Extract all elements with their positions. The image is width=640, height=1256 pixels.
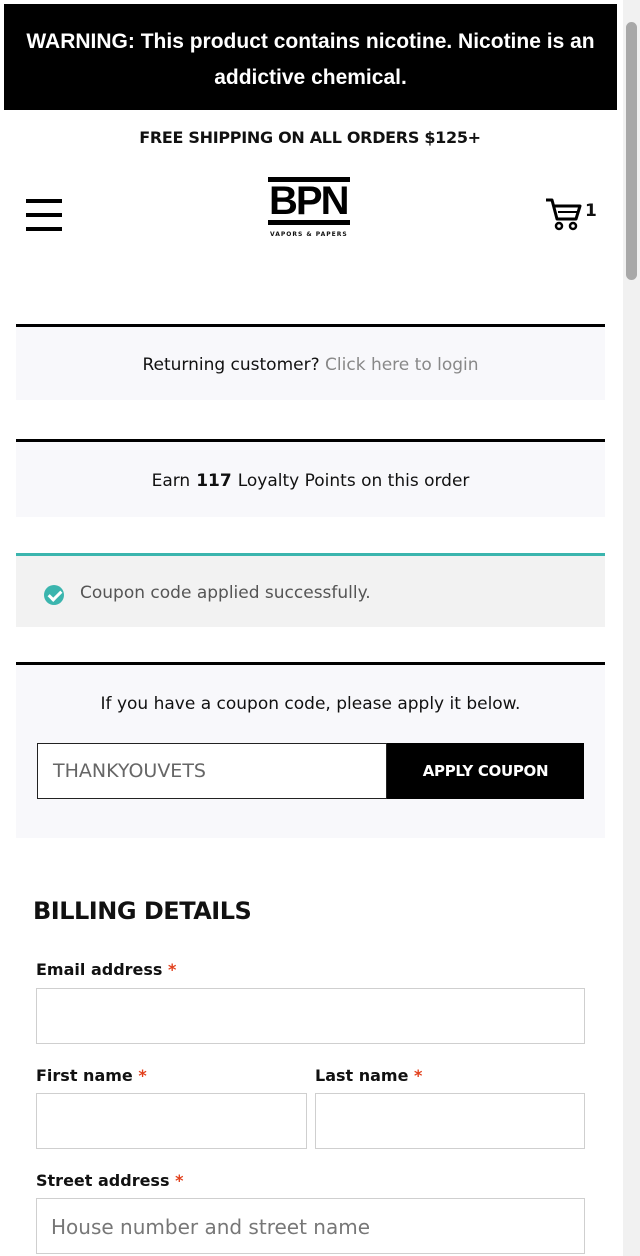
first-name-label: First name * [36, 1066, 147, 1085]
free-shipping-promo: FREE SHIPPING ON ALL ORDERS $125+ [139, 128, 481, 147]
street-address-placeholder: House number and street name [51, 1215, 371, 1239]
apply-coupon-button[interactable]: APPLY COUPON [387, 743, 584, 799]
last-name-field[interactable] [315, 1093, 585, 1149]
warning-line-2: addictive chemical. [214, 66, 407, 89]
menu-icon[interactable] [26, 199, 62, 231]
coupon-form: If you have a coupon code, please apply … [16, 662, 605, 838]
nicotine-warning-banner: WARNING: This product contains nicotine.… [4, 4, 617, 110]
cart-count: 1 [585, 201, 597, 221]
first-name-field[interactable] [36, 1093, 307, 1149]
login-prompt: Returning customer? [142, 355, 320, 375]
page-scrollbar[interactable] [623, 0, 640, 1256]
loyalty-points-notice: Earn 117 Loyalty Points on this order [16, 439, 605, 517]
street-address-field[interactable]: House number and street name [36, 1198, 585, 1254]
coupon-success-message: Coupon code applied successfully. [16, 553, 605, 627]
coupon-code-input[interactable]: THANKYOUVETS [37, 743, 387, 799]
warning-line-1: WARNING: This product contains nicotine.… [26, 30, 595, 53]
street-address-label: Street address * [36, 1171, 184, 1190]
brand-logo[interactable]: BPN VAPORS & PAPERS [268, 177, 352, 253]
logo-text: BPN [269, 179, 349, 223]
coupon-success-text: Coupon code applied successfully. [80, 583, 371, 603]
cart-button[interactable]: 1 [544, 197, 597, 233]
last-name-label: Last name * [315, 1066, 423, 1085]
loyalty-points-value: 117 [196, 471, 232, 491]
scrollbar-thumb[interactable] [626, 22, 637, 280]
logo-tagline: VAPORS & PAPERS [270, 231, 348, 238]
billing-details-heading: BILLING DETAILS [33, 897, 252, 925]
loyalty-prefix: Earn [151, 471, 191, 491]
email-field[interactable] [36, 988, 585, 1044]
check-circle-icon [44, 585, 64, 605]
cart-icon [546, 198, 582, 231]
coupon-intro: If you have a coupon code, please apply … [100, 694, 521, 714]
login-link[interactable]: Click here to login [325, 355, 479, 375]
loyalty-suffix: Loyalty Points on this order [237, 471, 470, 491]
email-label: Email address * [36, 960, 177, 979]
returning-customer-notice: Returning customer? Click here to login [16, 324, 605, 400]
